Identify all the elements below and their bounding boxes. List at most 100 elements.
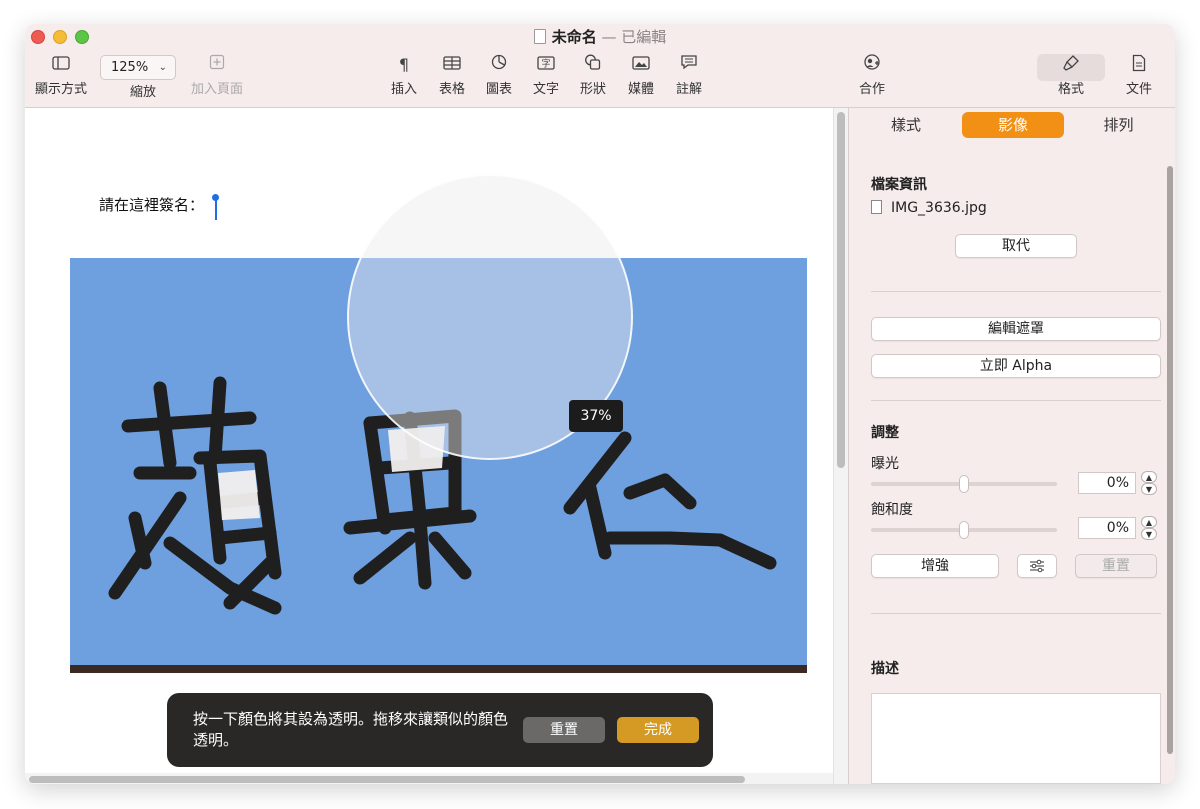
- saturation-field[interactable]: 0%: [1078, 517, 1136, 539]
- comment-button[interactable]: 註解: [670, 54, 708, 97]
- divider: [871, 400, 1161, 401]
- media-label: 媒體: [627, 82, 654, 97]
- description-textarea[interactable]: [871, 693, 1161, 784]
- saturation-stepper[interactable]: ▲ ▼: [1141, 516, 1157, 540]
- stepper-up-icon[interactable]: ▲: [1141, 471, 1157, 483]
- saturation-label: 飽和度: [871, 502, 913, 518]
- hud-reset-button[interactable]: 重置: [523, 717, 605, 743]
- chevron-down-icon: ⌄: [158, 62, 167, 73]
- exposure-label: 曝光: [871, 456, 899, 472]
- file-name: IMG_3636.jpg: [891, 200, 987, 216]
- stepper-down-icon[interactable]: ▼: [1141, 528, 1157, 540]
- format-inspector: 樣式 影像 排列 檔案資訊 IMG_3636.jpg 取代 編輯遮罩 立即 Al…: [848, 108, 1175, 784]
- cursor-bar: [215, 198, 217, 220]
- adjust-title: 調整: [871, 425, 899, 441]
- inspector-scroll-thumb[interactable]: [1167, 166, 1173, 754]
- adjust-settings-button[interactable]: [1017, 554, 1057, 578]
- text-box-icon: 字: [527, 54, 565, 76]
- tolerance-percent-badge: 37%: [569, 400, 623, 432]
- enhance-button[interactable]: 增強: [871, 554, 999, 578]
- format-label: 格式: [1057, 82, 1084, 97]
- exposure-field[interactable]: 0%: [1078, 472, 1136, 494]
- document-icon: [533, 29, 546, 44]
- collaborate-icon: [850, 54, 894, 76]
- image-file-icon: [871, 200, 882, 214]
- horizontal-scroll-thumb[interactable]: [29, 776, 745, 783]
- svg-text:字: 字: [541, 58, 550, 70]
- exposure-slider-knob[interactable]: [959, 475, 969, 493]
- text-cursor: [212, 194, 219, 220]
- document-canvas[interactable]: 請在這裡簽名： 37%: [25, 108, 833, 784]
- document-name: 未命名: [551, 28, 597, 46]
- insert-label: 插入: [390, 82, 417, 97]
- image-floor-strip: [70, 665, 807, 673]
- title-separator: —: [601, 28, 617, 46]
- pie-chart-icon: [480, 54, 518, 76]
- file-info-title: 檔案資訊: [871, 177, 927, 193]
- comment-icon: [670, 54, 708, 76]
- stepper-up-icon[interactable]: ▲: [1141, 516, 1157, 528]
- tab-arrange[interactable]: 排列: [1073, 112, 1164, 138]
- document-icon: [1115, 54, 1163, 76]
- stepper-down-icon[interactable]: ▼: [1141, 483, 1157, 495]
- document-vertical-scrollbar[interactable]: [833, 108, 848, 784]
- chart-label: 圖表: [485, 82, 512, 97]
- table-label: 表格: [438, 82, 465, 97]
- exposure-stepper[interactable]: ▲ ▼: [1141, 471, 1157, 495]
- inspector-tabs: 樣式 影像 排列: [859, 112, 1164, 138]
- text-button[interactable]: 字 文字: [527, 54, 565, 97]
- paintbrush-icon: [1037, 54, 1105, 76]
- add-page-label: 加入頁面: [190, 82, 243, 97]
- vertical-scroll-thumb[interactable]: [837, 112, 845, 468]
- window-title: 未命名 — 已編輯: [25, 26, 1175, 47]
- photo-icon: [622, 54, 660, 76]
- table-button[interactable]: 表格: [433, 54, 471, 97]
- description-title: 描述: [871, 661, 899, 677]
- shape-icon: [574, 54, 612, 76]
- pages-window: 未命名 — 已編輯 顯示方式 125% ⌄ 縮放 加入頁面 ¶ 插入 表格 圖表…: [25, 24, 1175, 784]
- text-label: 文字: [532, 82, 559, 97]
- tab-image[interactable]: 影像: [962, 112, 1064, 138]
- shape-label: 形狀: [579, 82, 606, 97]
- document-label: 文件: [1125, 82, 1152, 97]
- chart-button[interactable]: 圖表: [480, 54, 518, 97]
- file-info-row: IMG_3636.jpg: [871, 200, 987, 216]
- divider: [871, 291, 1161, 292]
- toolbar: 未命名 — 已編輯 顯示方式 125% ⌄ 縮放 加入頁面 ¶ 插入 表格 圖表…: [25, 24, 1175, 108]
- divider: [871, 613, 1161, 614]
- shape-button[interactable]: 形狀: [574, 54, 612, 97]
- edited-status: 已編輯: [621, 28, 667, 46]
- zoom-label-wrap: 縮放: [111, 79, 175, 100]
- collaborate-button[interactable]: 合作: [850, 54, 894, 97]
- hud-instruction: 按一下顏色將其設為透明。拖移來讓類似的顏色透明。: [193, 710, 509, 749]
- format-button[interactable]: 格式: [1037, 54, 1105, 97]
- zoom-value: 125%: [111, 60, 149, 75]
- document-button[interactable]: 文件: [1115, 54, 1163, 97]
- view-label: 顯示方式: [34, 82, 87, 97]
- add-page-icon: [185, 54, 249, 76]
- instant-alpha-hud: 按一下顏色將其設為透明。拖移來讓類似的顏色透明。 重置 完成: [167, 693, 713, 767]
- comment-label: 註解: [675, 82, 702, 97]
- replace-button[interactable]: 取代: [955, 234, 1077, 258]
- edit-mask-button[interactable]: 編輯遮罩: [871, 317, 1161, 341]
- media-button[interactable]: 媒體: [622, 54, 660, 97]
- tab-style[interactable]: 樣式: [859, 112, 953, 138]
- exposure-slider[interactable]: [871, 475, 1057, 493]
- zoom-select[interactable]: 125% ⌄: [100, 55, 176, 80]
- zoom-label: 縮放: [129, 85, 156, 100]
- adjust-reset-button[interactable]: 重置: [1075, 554, 1157, 578]
- instant-alpha-button[interactable]: 立即 Alpha: [871, 354, 1161, 378]
- saturation-slider-knob[interactable]: [959, 521, 969, 539]
- insert-button[interactable]: ¶ 插入: [385, 54, 423, 97]
- sidebar-icon: [29, 54, 93, 76]
- view-button[interactable]: 顯示方式: [29, 54, 93, 97]
- hud-done-button[interactable]: 完成: [617, 717, 699, 743]
- sign-prompt-text: 請在這裡簽名：: [99, 196, 205, 214]
- saturation-slider[interactable]: [871, 521, 1057, 539]
- add-page-button[interactable]: 加入頁面: [185, 54, 249, 97]
- document-horizontal-scrollbar[interactable]: [25, 773, 833, 784]
- paragraph-icon: ¶: [398, 55, 410, 74]
- table-icon: [433, 54, 471, 76]
- sliders-icon: [1030, 559, 1044, 573]
- collaborate-label: 合作: [858, 82, 885, 97]
